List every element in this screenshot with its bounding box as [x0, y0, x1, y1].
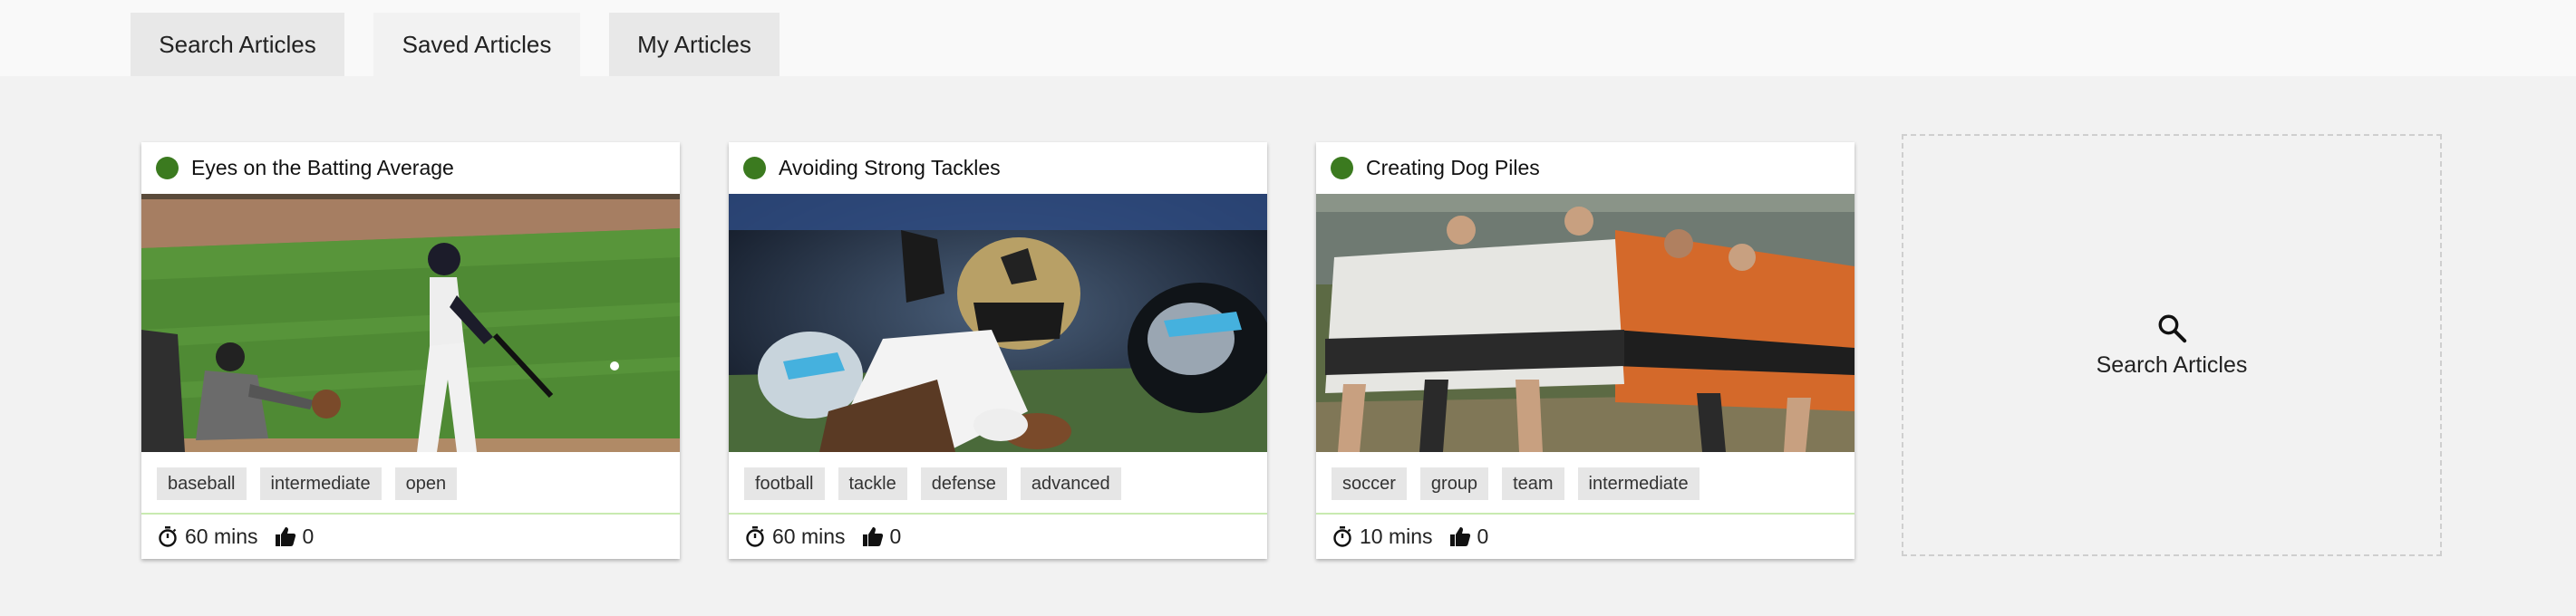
like-count: 0 — [302, 524, 315, 548]
thumbs-up-icon[interactable] — [275, 525, 296, 547]
tag-list: football tackle defense advanced — [744, 467, 1121, 500]
tag[interactable]: baseball — [157, 467, 247, 500]
card-header: Creating Dog Piles — [1316, 142, 1855, 194]
like-count: 0 — [1477, 524, 1489, 548]
card-meta: 60 mins 0 — [744, 519, 901, 553]
tab-my-articles[interactable]: My Articles — [609, 13, 780, 76]
article-card[interactable]: Creating Dog Piles soccer group team int… — [1316, 142, 1855, 559]
tag[interactable]: tackle — [838, 467, 907, 500]
duration: 60 mins — [772, 524, 846, 548]
tag[interactable]: football — [744, 467, 825, 500]
thumbs-up-icon[interactable] — [862, 525, 884, 547]
status-dot — [156, 157, 179, 179]
divider — [729, 513, 1267, 515]
article-title[interactable]: Creating Dog Piles — [1366, 156, 1540, 180]
tag[interactable]: open — [394, 467, 458, 500]
article-card[interactable]: Avoiding Strong Tackles football tackle … — [729, 142, 1267, 559]
article-card[interactable]: Eyes on the Batting Average baseball int… — [141, 142, 680, 559]
search-icon — [2158, 314, 2187, 342]
tag[interactable]: intermediate — [259, 467, 382, 500]
duration: 60 mins — [185, 524, 258, 548]
card-header: Avoiding Strong Tackles — [729, 142, 1267, 194]
status-dot — [743, 157, 766, 179]
card-header: Eyes on the Batting Average — [141, 142, 680, 194]
tag-list: baseball intermediate open — [157, 467, 458, 500]
stopwatch-icon — [159, 526, 177, 547]
tag[interactable]: team — [1502, 467, 1564, 500]
tag[interactable]: advanced — [1020, 467, 1121, 500]
search-articles-tile[interactable]: Search Articles — [1902, 134, 2442, 556]
status-dot — [1331, 157, 1353, 179]
search-tile-label: Search Articles — [2096, 351, 2248, 378]
tag-list: soccer group team intermediate — [1332, 467, 1700, 500]
article-title[interactable]: Eyes on the Batting Average — [191, 156, 454, 180]
like-count: 0 — [889, 524, 902, 548]
tab-search-articles[interactable]: Search Articles — [131, 13, 344, 76]
duration: 10 mins — [1360, 524, 1433, 548]
article-title[interactable]: Avoiding Strong Tackles — [779, 156, 1001, 180]
thumbs-up-icon[interactable] — [1449, 525, 1471, 547]
article-image[interactable] — [1316, 194, 1855, 452]
tab-saved-articles[interactable]: Saved Articles — [373, 13, 580, 76]
stopwatch-icon — [746, 526, 764, 547]
divider — [1316, 513, 1855, 515]
card-meta: 10 mins 0 — [1332, 519, 1488, 553]
stopwatch-icon — [1333, 526, 1351, 547]
article-image[interactable] — [729, 194, 1267, 452]
tag[interactable]: intermediate — [1577, 467, 1700, 500]
card-meta: 60 mins 0 — [157, 519, 314, 553]
tag[interactable]: group — [1419, 467, 1489, 500]
divider — [141, 513, 680, 515]
tag[interactable]: soccer — [1332, 467, 1407, 500]
top-nav: Search Articles Saved Articles My Articl… — [0, 0, 2576, 76]
article-image[interactable] — [141, 194, 680, 452]
tag[interactable]: defense — [920, 467, 1007, 500]
